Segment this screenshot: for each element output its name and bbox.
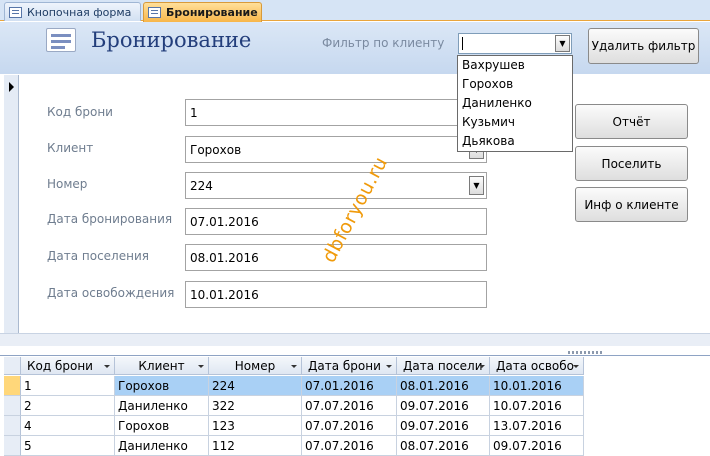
table-cell[interactable]: 123 <box>209 416 302 436</box>
dropdown-option[interactable]: Дьякова <box>458 132 572 151</box>
table-cell[interactable]: 07.07.2016 <box>302 396 397 416</box>
filter-label: Фильтр по клиенту <box>322 36 445 50</box>
table-cell[interactable]: 09.07.2016 <box>397 416 490 436</box>
sort-arrow-icon[interactable] <box>479 365 485 368</box>
table-cell[interactable]: 10.01.2016 <box>490 376 584 396</box>
row-selector[interactable] <box>4 376 21 396</box>
sort-arrow-icon[interactable] <box>573 365 579 368</box>
client-field-value: Горохов <box>190 142 242 157</box>
dropdown-option[interactable]: Горохов <box>458 75 572 94</box>
table-cell[interactable]: 08.07.2016 <box>397 436 490 456</box>
booking-code-label: Код брони <box>47 105 113 119</box>
column-header-checkin-date[interactable]: Дата посели <box>397 357 490 375</box>
checkin-date-label: Дата поселения <box>47 249 149 263</box>
table-cell[interactable]: Даниленко <box>115 396 209 416</box>
remove-filter-button[interactable]: Удалить фильтр <box>588 28 699 64</box>
table-cell[interactable]: Горохов <box>115 416 209 436</box>
table-cell[interactable]: 09.07.2016 <box>397 396 490 416</box>
table-cell[interactable]: 322 <box>209 396 302 416</box>
tab-label: Кнопочная форма <box>27 5 132 19</box>
report-button[interactable]: Отчёт <box>575 104 688 139</box>
form-tab-icon <box>148 7 161 18</box>
checkout-date-field[interactable]: 10.01.2016 <box>185 281 487 308</box>
column-header-label: Дата освобо <box>496 358 574 373</box>
column-header-label: Код брони <box>27 358 93 373</box>
column-header-label: Клиент <box>138 358 185 373</box>
room-field[interactable]: 224 ▼ <box>185 172 487 199</box>
table-cell[interactable]: Горохов <box>115 376 209 396</box>
table-cell[interactable]: 5 <box>21 436 115 456</box>
column-header-checkout-date[interactable]: Дата освобо <box>490 357 584 375</box>
split-form-splitter-handle[interactable] <box>568 351 604 354</box>
detail-section-footer <box>0 333 710 346</box>
text-cursor <box>462 37 463 50</box>
table-cell[interactable]: 09.07.2016 <box>490 436 584 456</box>
dropdown-option[interactable]: Даниленко <box>458 94 572 113</box>
client-label: Клиент <box>47 141 94 155</box>
client-field[interactable]: Горохов ▼ <box>185 136 487 163</box>
room-field-value: 224 <box>190 178 213 193</box>
tab-label: Бронирование <box>166 6 258 19</box>
dropdown-option[interactable]: Кузьмич <box>458 113 572 132</box>
column-header-label: Номер <box>234 358 276 373</box>
sort-arrow-icon[interactable] <box>291 365 297 368</box>
client-dropdown-list: Вахрушев Горохов Даниленко Кузьмич Дьяко… <box>457 55 573 152</box>
table-cell[interactable]: 07.07.2016 <box>302 416 397 436</box>
table-cell[interactable]: 10.07.2016 <box>490 396 584 416</box>
select-all-corner[interactable] <box>4 357 21 375</box>
table-cell[interactable]: 4 <box>21 416 115 436</box>
row-selector[interactable] <box>4 436 21 456</box>
form-icon <box>46 28 76 52</box>
client-info-button[interactable]: Инф о клиенте <box>575 187 688 222</box>
chevron-down-icon[interactable]: ▼ <box>469 176 484 195</box>
table-cell[interactable]: Даниленко <box>115 436 209 456</box>
table-cell[interactable]: 13.07.2016 <box>490 416 584 436</box>
page-title: Бронирование <box>91 28 252 52</box>
table-cell[interactable]: 07.01.2016 <box>302 376 397 396</box>
form-tab-icon <box>9 6 22 18</box>
sort-arrow-icon[interactable] <box>386 365 392 368</box>
client-filter-combo[interactable]: ▼ <box>458 33 572 54</box>
tab-switchboard-form[interactable]: Кнопочная форма <box>4 2 141 21</box>
column-header-label: Дата брони <box>308 358 381 373</box>
sort-arrow-icon[interactable] <box>104 365 110 368</box>
table-cell[interactable]: 07.07.2016 <box>302 436 397 456</box>
checkout-date-label: Дата освобождения <box>47 286 175 300</box>
column-header-booking-code[interactable]: Код брони <box>21 357 115 375</box>
table-cell[interactable]: 224 <box>209 376 302 396</box>
column-header-booking-date[interactable]: Дата брони <box>302 357 397 375</box>
booking-code-field[interactable]: 1 <box>185 99 487 126</box>
table-cell[interactable]: 08.01.2016 <box>397 376 490 396</box>
room-label: Номер <box>47 177 88 191</box>
record-selector[interactable] <box>4 75 19 333</box>
row-selector[interactable] <box>4 416 21 436</box>
column-header-client[interactable]: Клиент <box>115 357 209 375</box>
settle-button[interactable]: Поселить <box>575 146 688 181</box>
dropdown-option[interactable]: Вахрушев <box>458 56 572 75</box>
current-record-arrow-icon <box>9 82 14 92</box>
tab-booking[interactable]: Бронирование <box>143 2 262 22</box>
column-header-label: Дата посели <box>403 358 483 373</box>
chevron-down-icon[interactable]: ▼ <box>555 35 570 52</box>
booking-date-label: Дата бронирования <box>47 212 173 226</box>
table-cell[interactable]: 2 <box>21 396 115 416</box>
column-header-room[interactable]: Номер <box>209 357 302 375</box>
row-selector[interactable] <box>4 396 21 416</box>
table-cell[interactable]: 112 <box>209 436 302 456</box>
table-cell[interactable]: 1 <box>21 376 115 396</box>
sort-arrow-icon[interactable] <box>198 365 204 368</box>
